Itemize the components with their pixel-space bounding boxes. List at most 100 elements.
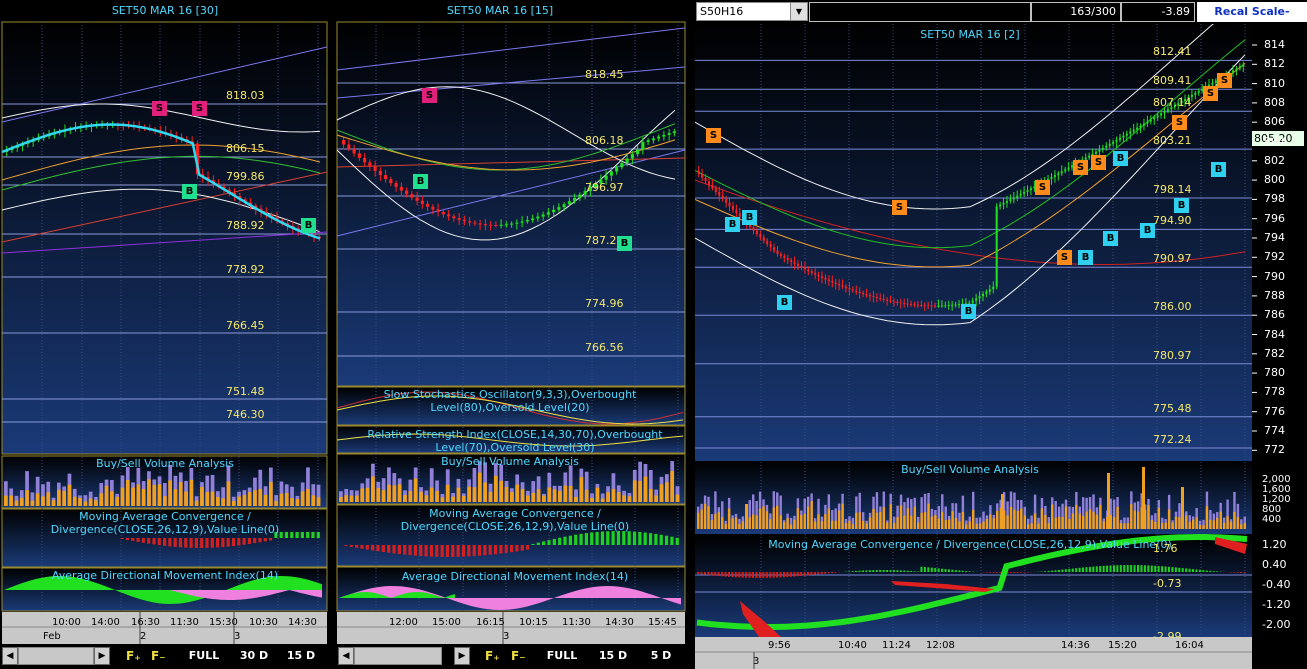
zoom-in-f-plus-button[interactable]: F₊ [485, 647, 500, 665]
macd-histogram-bar [697, 572, 700, 574]
macd-histogram-bar [344, 545, 348, 546]
macd-histogram-bar [827, 572, 830, 574]
volume-bar [622, 495, 626, 502]
volume-bar [920, 512, 923, 529]
macd-histogram-bar [848, 571, 851, 572]
panel2-chart-canvas[interactable] [335, 0, 688, 669]
macd-histogram-bar [221, 538, 225, 548]
range-full-button[interactable]: FULL [184, 647, 224, 665]
range-5d-button[interactable]: 5 D [641, 647, 681, 665]
scroll-left-button[interactable]: ◀ [2, 647, 18, 665]
recal-scale-button[interactable]: Recal Scale-Linear [1197, 2, 1307, 38]
volume-bar [817, 514, 820, 529]
macd-histogram-bar [1171, 567, 1174, 572]
panel3-chart-canvas[interactable] [695, 24, 1307, 669]
macd-histogram-bar [1040, 571, 1043, 572]
volume-bar [1099, 504, 1102, 529]
volume-bar [827, 508, 831, 529]
macd-histogram-bar [865, 570, 868, 572]
volume-bar [710, 519, 714, 529]
candle-body [889, 300, 892, 302]
sell-signal-marker: S [1091, 155, 1106, 170]
macd-histogram-bar [831, 572, 834, 573]
zoom-out-f-minus-button[interactable]: F₋ [511, 647, 526, 665]
macd-histogram-bar [205, 538, 209, 548]
macd-histogram-bar [1205, 570, 1208, 572]
panel1-level-label: 766.45 [226, 319, 265, 332]
range-full-button[interactable]: FULL [541, 647, 583, 665]
volume-bar [141, 489, 146, 506]
panel3-volume-title: Buy/Sell Volume Analysis [901, 463, 1039, 476]
volume-bar [1057, 516, 1061, 529]
volume-bar [982, 521, 985, 529]
range-30d-button[interactable]: 30 D [234, 647, 274, 665]
chart-panel-15min[interactable]: SET50 MAR 16 [15] 818.45 806.18 796.97 7… [335, 0, 688, 669]
price-axis-label: 786 [1264, 308, 1285, 322]
macd-histogram-bar [616, 531, 621, 545]
macd-level-label: -2.99 [1153, 630, 1182, 638]
panel1-level-label: 788.92 [226, 219, 265, 232]
volume-bar [445, 484, 450, 502]
volume-bar [94, 500, 98, 506]
candle-body [525, 220, 529, 222]
candle-body [882, 298, 885, 300]
panel2-level-label: 818.45 [585, 68, 624, 81]
volume-bar [520, 489, 525, 502]
macd-histogram-bar [954, 570, 957, 572]
range-15d-button[interactable]: 15 D [281, 647, 321, 665]
scroll-left-button[interactable]: ◀ [338, 647, 354, 665]
volume-bar [899, 505, 903, 529]
volume-bar [972, 509, 975, 529]
candle-body [1067, 167, 1070, 170]
zoom-out-f-minus-button[interactable]: F₋ [151, 647, 166, 665]
macd-histogram-bar [1174, 567, 1177, 572]
chart-panel-30min[interactable]: SET50 MAR 16 [30] 818.03 806.15 799.86 7… [0, 0, 330, 669]
horizontal-scrollbar[interactable] [354, 647, 442, 665]
volume-bar [855, 512, 858, 529]
macd-histogram-bar [253, 538, 257, 544]
candle-body [1026, 190, 1029, 192]
macd-histogram-bar [152, 538, 156, 545]
horizontal-scrollbar[interactable] [18, 647, 94, 665]
panel1-toolbar: ◀ ▶ F₊ F₋ FULL 30 D 15 D [0, 645, 330, 667]
buy-signal-marker: B [961, 304, 976, 319]
macd-histogram-bar [242, 538, 246, 545]
candle-body [899, 302, 902, 304]
panel1-time-label: 15:30 [209, 617, 238, 628]
panel2-level-label: 766.56 [585, 341, 624, 354]
macd-histogram-bar [1216, 571, 1219, 572]
volume-bar [611, 489, 616, 502]
volume-bar [1185, 515, 1188, 529]
candle-body [483, 224, 487, 226]
macd-histogram-bar [263, 538, 267, 542]
volume-bar [793, 519, 796, 529]
volume-bar [397, 484, 402, 502]
macd-histogram-bar [738, 572, 741, 578]
price-axis-label: 778 [1264, 385, 1285, 399]
volume-bar [488, 491, 493, 502]
scroll-right-button[interactable]: ▶ [94, 647, 110, 665]
scroll-right-button[interactable]: ▶ [454, 647, 470, 665]
panel3-level-label: 790.97 [1153, 252, 1192, 266]
panel1-macd-title: Moving Average Convergence / Divergence(… [50, 510, 280, 536]
chevron-down-icon[interactable]: ▼ [790, 3, 807, 20]
macd-histogram-bar [1109, 565, 1112, 572]
candle-body [817, 274, 820, 277]
range-15d-button[interactable]: 15 D [593, 647, 633, 665]
volume-bar [903, 515, 906, 529]
volume-bar [316, 497, 321, 506]
panel1-time-label: 14:30 [288, 617, 317, 628]
chart-panel-2min[interactable] [695, 24, 1307, 669]
macd-histogram-bar [1064, 569, 1067, 572]
macd-histogram-bar [947, 569, 950, 572]
panel3-level-label: 794.90 [1153, 214, 1192, 228]
symbol-combobox[interactable]: S50H16 ▼ [696, 2, 808, 21]
volume-bar [892, 522, 896, 529]
volume-bar [360, 488, 365, 502]
zoom-in-f-plus-button[interactable]: F₊ [126, 647, 141, 665]
candle-body [462, 219, 466, 222]
symbol-value: S50H16 [700, 5, 744, 18]
candle-body [920, 304, 923, 306]
macd-histogram-bar [1150, 565, 1153, 572]
macd-histogram-bar [1078, 567, 1081, 572]
